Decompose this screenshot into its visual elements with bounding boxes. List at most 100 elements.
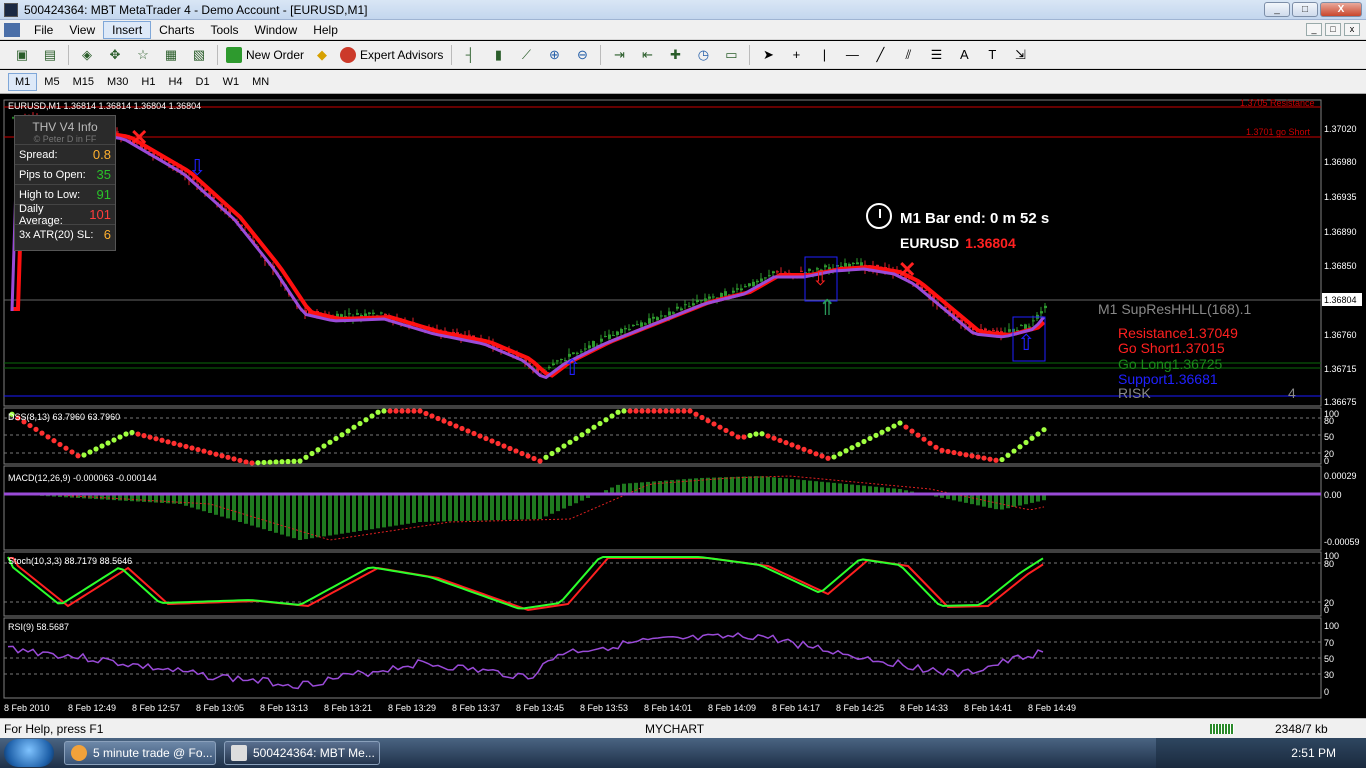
trendline-icon[interactable]: ╱ — [869, 45, 891, 65]
tf-m30[interactable]: M30 — [101, 74, 134, 90]
bar-chart-icon[interactable]: ┤ — [459, 45, 481, 65]
candlestick-icon[interactable]: ▮ — [487, 45, 509, 65]
time-axis-label: 8 Feb 14:17 — [772, 703, 820, 713]
dss-dot — [327, 439, 333, 445]
candle — [692, 303, 695, 306]
terminal-icon[interactable]: ☆ — [132, 45, 154, 65]
candle — [372, 312, 375, 314]
strategy-tester-icon[interactable]: ▧ — [188, 45, 210, 65]
menu-insert[interactable]: Insert — [103, 20, 152, 39]
macd-bar — [784, 478, 788, 494]
market-watch-icon[interactable]: ◈ — [76, 45, 98, 65]
menu-file[interactable]: File — [26, 22, 61, 38]
close-button[interactable]: X — [1320, 2, 1362, 17]
dss-dot — [759, 431, 765, 437]
arrows-icon[interactable]: ⇲ — [1009, 45, 1031, 65]
equidistant-channel-icon[interactable]: ⫽ — [897, 45, 919, 65]
dss-dot — [873, 432, 879, 438]
tf-h4[interactable]: H4 — [162, 74, 188, 90]
taskbar-item-browser[interactable]: 5 minute trade @ Fo... — [64, 741, 216, 765]
menu-help[interactable]: Help — [305, 22, 346, 38]
thv-row-atr-sl: 3x ATR(20) SL: 6 — [15, 224, 115, 244]
new-order-button[interactable]: New Order — [222, 45, 308, 65]
macd-pane — [3, 465, 1322, 551]
macd-bar — [424, 494, 428, 522]
dss-dot — [987, 456, 993, 462]
maximize-button[interactable]: □ — [1292, 2, 1318, 17]
dss-dot — [213, 451, 219, 457]
zoom-out-icon[interactable]: ⊖ — [571, 45, 593, 65]
templates-icon[interactable]: ▭ — [720, 45, 742, 65]
menu-charts[interactable]: Charts — [151, 22, 202, 38]
dss-dot — [999, 456, 1005, 463]
mdi-restore-button[interactable]: □ — [1325, 23, 1341, 36]
chart-canvas[interactable]: ✕ ⇩ ⇧ ⇩ ⇑ ✕ ⇧ 1.37020 1.36980 1.36935 1.368… — [0, 95, 1366, 715]
taskbar-item-metatrader[interactable]: 500424364: MBT Me... — [224, 741, 380, 765]
dss-dot — [921, 436, 927, 442]
candle — [620, 329, 623, 334]
dss-dot — [381, 408, 387, 414]
crosshair-icon[interactable]: + — [785, 45, 807, 65]
text-icon[interactable]: A — [953, 45, 975, 65]
tf-m5[interactable]: M5 — [38, 74, 65, 90]
time-axis-label: 8 Feb 14:01 — [644, 703, 692, 713]
candle — [656, 317, 659, 321]
dss-dot — [27, 422, 33, 429]
dss-dot — [249, 460, 255, 466]
rsi-axis-label: 50 — [1324, 654, 1334, 664]
mdi-close-button[interactable]: x — [1344, 23, 1360, 36]
line-chart-icon[interactable]: ⟋ — [515, 45, 537, 65]
tf-h1[interactable]: H1 — [135, 74, 161, 90]
price-axis-label: 1.36675 — [1324, 397, 1357, 407]
minimize-button[interactable]: _ — [1264, 2, 1290, 17]
chart-window-icon[interactable] — [4, 22, 20, 37]
metaeditor-icon[interactable]: ◆ — [311, 45, 333, 65]
horizontal-line-icon[interactable]: — — [841, 45, 863, 65]
vertical-line-icon[interactable]: | — [813, 45, 835, 65]
text-label-icon[interactable]: T — [981, 45, 1003, 65]
tf-mn[interactable]: MN — [246, 74, 275, 90]
tf-w1[interactable]: W1 — [217, 74, 246, 90]
tf-m15[interactable]: M15 — [67, 74, 100, 90]
dss-dots — [9, 408, 1047, 466]
dss-dot — [135, 431, 141, 437]
dss-dot — [105, 440, 111, 446]
navigator-icon[interactable]: ✥ — [104, 45, 126, 65]
tf-m1[interactable]: M1 — [8, 72, 38, 91]
time-axis-label: 8 Feb 12:49 — [68, 703, 116, 713]
menu-window[interactable]: Window — [247, 22, 306, 38]
autoscroll-icon[interactable]: ⇥ — [608, 45, 630, 65]
toolbar-separator — [451, 44, 453, 65]
dss-dot — [111, 437, 117, 443]
dss-dot — [867, 435, 873, 442]
go-short-label: 1.3701 go Short — [1246, 127, 1311, 137]
tray-clock[interactable]: 2:51 PM — [1291, 746, 1336, 760]
periods-icon[interactable]: ◷ — [692, 45, 714, 65]
menu-tools[interactable]: Tools — [203, 22, 247, 38]
zoom-in-icon[interactable]: ⊕ — [543, 45, 565, 65]
macd-axis: 0.00029 0.00 -0.00059 — [1324, 471, 1360, 547]
mdi-minimize-button[interactable]: _ — [1306, 23, 1322, 36]
tf-d1[interactable]: D1 — [190, 74, 216, 90]
new-chart-icon[interactable]: ▣ — [11, 45, 33, 65]
dss-dot — [945, 448, 951, 455]
dss-dot — [663, 408, 669, 414]
toolbar-separator — [600, 44, 602, 65]
menu-view[interactable]: View — [61, 22, 103, 38]
expert-advisors-button[interactable]: Expert Advisors — [336, 45, 447, 65]
data-window-icon[interactable]: ▦ — [160, 45, 182, 65]
candle — [772, 271, 775, 274]
indicators-icon[interactable]: ✚ — [664, 45, 686, 65]
chart-shift-icon[interactable]: ⇤ — [636, 45, 658, 65]
macd-bar — [262, 494, 266, 530]
chart-area[interactable]: ✕ ⇩ ⇧ ⇩ ⇑ ✕ ⇧ 1.37020 1.36980 1.36935 1.368… — [0, 95, 1366, 715]
fibonacci-icon[interactable]: ☰ — [925, 45, 947, 65]
macd-bar — [238, 494, 242, 522]
candle — [116, 131, 119, 133]
dss-dot — [825, 455, 831, 461]
legend-risk-value: 4 — [1288, 385, 1296, 401]
cursor-icon[interactable]: ➤ — [757, 45, 779, 65]
profiles-icon[interactable]: ▤ — [39, 45, 61, 65]
start-button[interactable] — [4, 739, 54, 767]
dss-dot — [507, 445, 513, 452]
